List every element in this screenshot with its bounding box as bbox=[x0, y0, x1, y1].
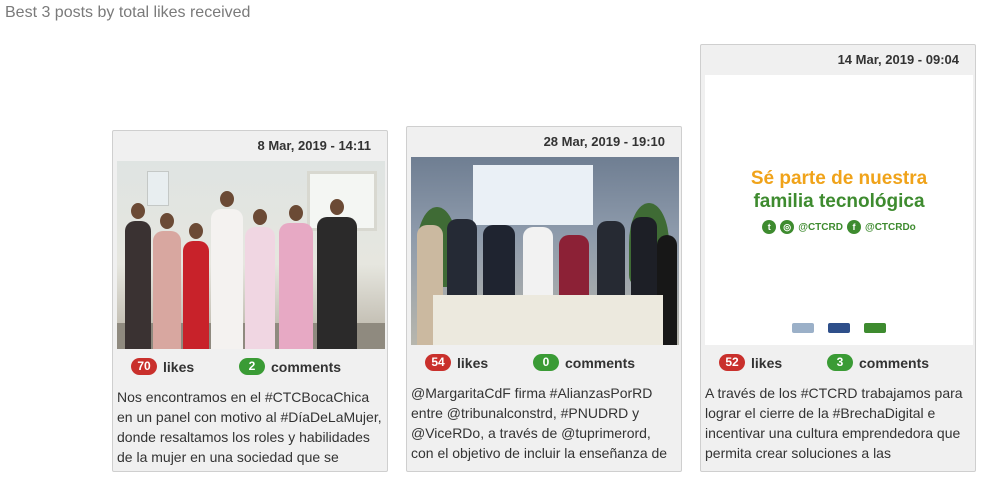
likes-count-badge: 70 bbox=[131, 358, 157, 375]
likes-stat: 52 likes bbox=[719, 354, 782, 371]
comments-label: comments bbox=[271, 358, 342, 375]
post-image[interactable] bbox=[117, 161, 385, 349]
comments-label: comments bbox=[859, 354, 930, 371]
post-date: 28 Mar, 2019 - 19:10 bbox=[543, 134, 665, 149]
post-text: @MargaritaCdF firma #AlianzasPorRD entre… bbox=[411, 385, 668, 461]
graphic-handle-2: @CTCRDo bbox=[864, 221, 916, 233]
likes-stat: 70 likes bbox=[131, 358, 194, 375]
facebook-icon: f bbox=[846, 220, 861, 234]
graphic-social-handles: t ◎ @CTCRD f @CTCRDo bbox=[705, 220, 973, 234]
post-text: Nos encontramos en el #CTCBocaChica en u… bbox=[117, 389, 382, 465]
post-card[interactable]: 14 Mar, 2019 - 09:04 Sé parte de nuestra… bbox=[700, 44, 976, 472]
likes-stat: 54 likes bbox=[425, 354, 488, 371]
graphic-headline-line1: Sé parte de nuestra bbox=[750, 168, 928, 189]
page-heading: Best 3 posts by total likes received bbox=[5, 4, 251, 21]
graphic-headline-line2: familia tecnológica bbox=[753, 191, 925, 212]
twitter-icon: t bbox=[762, 220, 777, 234]
post-date: 14 Mar, 2019 - 09:04 bbox=[837, 52, 959, 67]
likes-label: likes bbox=[751, 354, 783, 371]
comments-stat: 3 comments bbox=[827, 354, 929, 371]
likes-label: likes bbox=[163, 358, 195, 375]
post-date: 8 Mar, 2019 - 14:11 bbox=[257, 138, 371, 153]
post-card[interactable]: 28 Mar, 2019 - 19:10 54 likes 0 comments… bbox=[406, 126, 682, 472]
post-image[interactable] bbox=[411, 157, 679, 345]
comments-count-badge: 0 bbox=[533, 354, 559, 371]
post-card[interactable]: 8 Mar, 2019 - 14:11 70 likes 2 comments … bbox=[112, 130, 388, 472]
post-text: A través de los #CTCRD trabajamos para l… bbox=[705, 385, 963, 461]
comments-count-badge: 3 bbox=[827, 354, 853, 371]
institution-logo bbox=[864, 323, 886, 333]
comments-count-badge: 2 bbox=[239, 358, 265, 375]
likes-label: likes bbox=[457, 354, 489, 371]
post-stats: 52 likes 3 comments bbox=[701, 345, 975, 379]
post-stats: 54 likes 0 comments bbox=[407, 345, 681, 379]
graphic-logos bbox=[705, 323, 973, 333]
instagram-icon: ◎ bbox=[780, 220, 795, 234]
likes-count-badge: 54 bbox=[425, 354, 451, 371]
likes-count-badge: 52 bbox=[719, 354, 745, 371]
graphic-handle-1: @CTCRD bbox=[798, 221, 843, 233]
post-stats: 70 likes 2 comments bbox=[113, 349, 387, 383]
comments-stat: 2 comments bbox=[239, 358, 341, 375]
comments-stat: 0 comments bbox=[533, 354, 635, 371]
institution-logo bbox=[792, 323, 814, 333]
comments-label: comments bbox=[565, 354, 636, 371]
institution-logo bbox=[828, 323, 850, 333]
post-image[interactable]: Sé parte de nuestra familia tecnológica … bbox=[705, 75, 973, 345]
